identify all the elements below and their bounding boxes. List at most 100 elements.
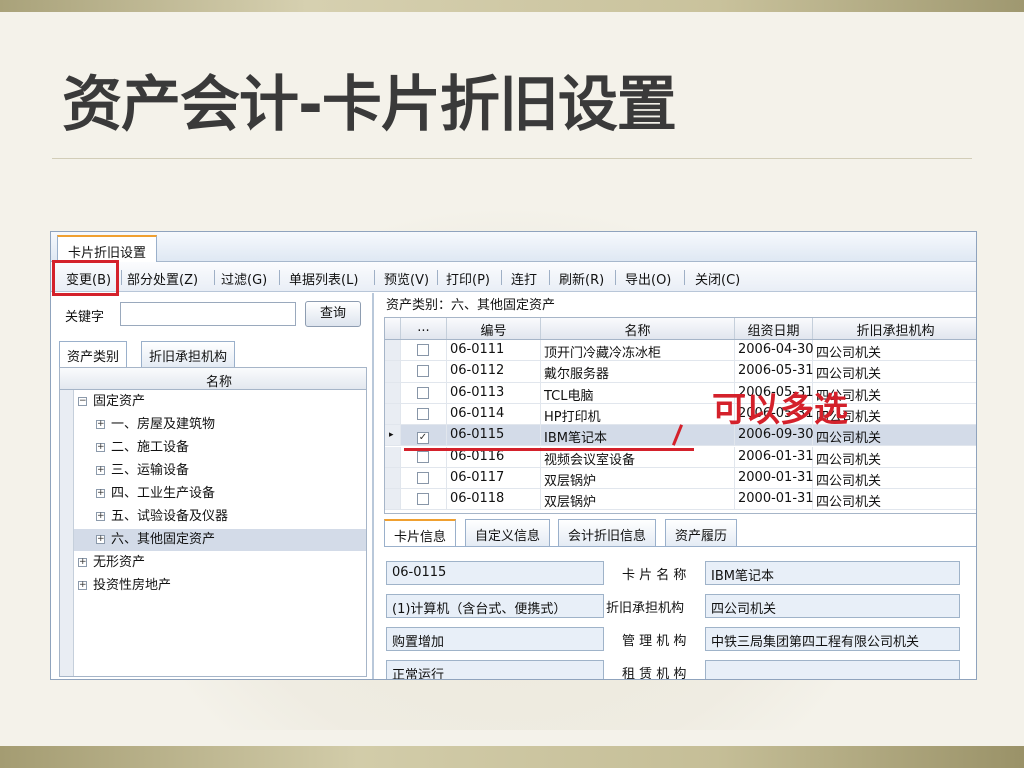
tab-asset-category[interactable]: 资产类别: [59, 341, 128, 368]
expand-icon[interactable]: +: [96, 466, 105, 475]
tab-card-info[interactable]: 卡片信息: [384, 519, 457, 546]
asset-name-cell: 顶开门冷藏冷冻冰柜: [541, 340, 735, 361]
asset-org-cell: 四公司机关: [813, 447, 976, 468]
tree-node[interactable]: + 二、施工设备: [96, 437, 366, 459]
row-indicator: [385, 446, 401, 467]
tab-custom-info[interactable]: 自定义信息: [465, 519, 551, 546]
column-header-code[interactable]: 编号: [447, 318, 541, 339]
add-method-field[interactable]: 购置增加: [386, 627, 604, 651]
export-button[interactable]: 导出(O): [625, 269, 671, 288]
asset-date-cell: 2006-01-31: [735, 446, 814, 467]
toolbar-divider: [549, 270, 550, 285]
checkbox[interactable]: [417, 365, 429, 378]
expand-icon[interactable]: +: [96, 443, 105, 452]
table-row[interactable]: 06-0118 双层锅炉 2000-01-31 四公司机关: [385, 489, 976, 511]
table-row[interactable]: 06-0111 顶开门冷藏冷冻冰柜 2006-04-30 四公司机关: [385, 340, 976, 362]
expand-icon[interactable]: +: [96, 489, 105, 498]
tab-accounting-depreciation[interactable]: 会计折旧信息: [558, 519, 657, 546]
tree-node[interactable]: − 固定资产: [78, 391, 366, 413]
tree-node[interactable]: + 四、工业生产设备: [96, 483, 366, 505]
card-detail-form: 06-0115 (1)计算机（含台式、便携式） 购置增加 正常运行 卡 片 名 …: [384, 546, 976, 679]
checkbox[interactable]: [417, 344, 429, 356]
print-button[interactable]: 打印(P): [446, 269, 490, 288]
table-row[interactable]: 06-0114 HP打印机 2006-05-31 四公司机关: [385, 403, 976, 426]
tree-node[interactable]: + 三、运输设备: [96, 460, 366, 482]
keyword-label: 关键字: [65, 310, 105, 325]
row-indicator: [385, 361, 401, 382]
tree-node[interactable]: + 一、房屋及建筑物: [96, 414, 366, 436]
tab-asset-history[interactable]: 资产履历: [665, 519, 738, 546]
asset-org-cell: 四公司机关: [813, 489, 976, 510]
row-indicator-header: [385, 318, 401, 339]
depreciation-org-label: 折旧承担机构: [606, 601, 685, 616]
checkbox-checked[interactable]: ✓: [417, 432, 429, 445]
asset-date-cell: 2000-01-31: [735, 467, 814, 489]
asset-code-cell: 06-0117: [447, 467, 541, 489]
checkbox[interactable]: [417, 450, 429, 463]
document-tab[interactable]: 卡片折旧设置: [57, 235, 158, 263]
tree-node[interactable]: + 无形资产: [78, 552, 366, 574]
tree-node-selected[interactable]: + 六、其他固定资产: [74, 529, 366, 551]
row-checkbox-cell: [401, 340, 447, 361]
column-header-name[interactable]: 名称: [541, 318, 735, 339]
expand-icon[interactable]: +: [78, 558, 87, 567]
tree-node[interactable]: + 投资性房地产: [78, 575, 366, 597]
column-header-date[interactable]: 组资日期: [735, 318, 813, 339]
row-indicator: [385, 467, 401, 489]
expand-icon[interactable]: +: [96, 512, 105, 521]
highlight-box: [52, 260, 119, 296]
table-row[interactable]: 06-0113 TCL电脑 2006-05-31 四公司机关: [385, 382, 976, 404]
asset-category-field[interactable]: (1)计算机（含台式、便携式）: [386, 594, 604, 618]
checkbox[interactable]: [417, 471, 429, 484]
row-indicator: [385, 382, 401, 403]
expand-icon[interactable]: +: [96, 535, 105, 544]
row-checkbox-cell: [401, 467, 447, 489]
left-pane: 关键字 查询 资产类别 折旧承担机构 名称 − 固定资产 + 一、房屋及建筑物 + 二…: [51, 293, 374, 679]
checkbox[interactable]: [417, 386, 429, 399]
category-tree: 名称 − 固定资产 + 一、房屋及建筑物 + 二、施工设备 + 三、运输设备 + 四、工业…: [59, 367, 367, 677]
row-checkbox-cell: [401, 361, 447, 382]
table-row[interactable]: 06-0112 戴尔服务器 2006-05-31 四公司机关: [385, 361, 976, 383]
collapse-icon[interactable]: −: [78, 397, 87, 406]
card-name-label: 卡 片 名 称: [622, 568, 687, 583]
refresh-button[interactable]: 刷新(R): [559, 269, 604, 288]
slide-bottom-band: [0, 746, 1024, 768]
keyword-input[interactable]: [120, 302, 296, 326]
row-indicator: ▸: [385, 425, 401, 446]
management-org-field[interactable]: 中铁三局集团第四工程有限公司机关: [705, 627, 960, 651]
asset-code-cell: 06-0114: [447, 403, 541, 425]
lease-org-field[interactable]: [705, 660, 960, 679]
partial-dispose-button[interactable]: 部分处置(Z): [127, 269, 198, 288]
expand-icon[interactable]: +: [78, 581, 87, 590]
row-checkbox-cell: [401, 489, 447, 510]
table-row[interactable]: 06-0117 双层锅炉 2000-01-31 四公司机关: [385, 467, 976, 490]
checkbox[interactable]: [417, 493, 429, 506]
filter-button[interactable]: 过滤(G): [221, 269, 267, 288]
column-header-select[interactable]: ...: [401, 318, 447, 339]
toolbar-divider: [121, 270, 122, 285]
expand-icon[interactable]: +: [96, 420, 105, 429]
asset-date-cell: 2006-05-31: [735, 361, 814, 382]
asset-date-cell: 2000-01-31: [735, 489, 814, 510]
preview-button[interactable]: 预览(V): [384, 269, 429, 288]
asset-code-cell: 06-0113: [447, 382, 541, 403]
tree-header-label: 名称: [206, 375, 233, 390]
checkbox[interactable]: [417, 407, 429, 420]
right-pane: 资产类别：六、其他固定资产 ... 编号 名称 组资日期 折旧承担机构 06-0…: [376, 293, 976, 679]
column-header-org[interactable]: 折旧承担机构: [813, 318, 976, 339]
status-field[interactable]: 正常运行: [386, 660, 604, 679]
asset-name-cell: 双层锅炉: [541, 467, 735, 489]
depreciation-org-field[interactable]: 四公司机关: [705, 594, 960, 618]
doc-list-button[interactable]: 单据列表(L): [289, 269, 358, 288]
asset-code-field[interactable]: 06-0115: [386, 561, 604, 585]
row-checkbox-cell: [401, 382, 447, 403]
tab-depreciation-org[interactable]: 折旧承担机构: [141, 341, 236, 367]
tree-node[interactable]: + 五、试验设备及仪器: [96, 506, 366, 528]
grid-header: ... 编号 名称 组资日期 折旧承担机构: [385, 318, 976, 340]
row-indicator: [385, 340, 401, 361]
card-name-field[interactable]: IBM笔记本: [705, 561, 960, 585]
batch-print-button[interactable]: 连打: [511, 269, 537, 288]
query-button[interactable]: 查询: [305, 301, 361, 327]
asset-org-cell: 四公司机关: [813, 468, 976, 489]
close-button[interactable]: 关闭(C): [695, 269, 740, 288]
